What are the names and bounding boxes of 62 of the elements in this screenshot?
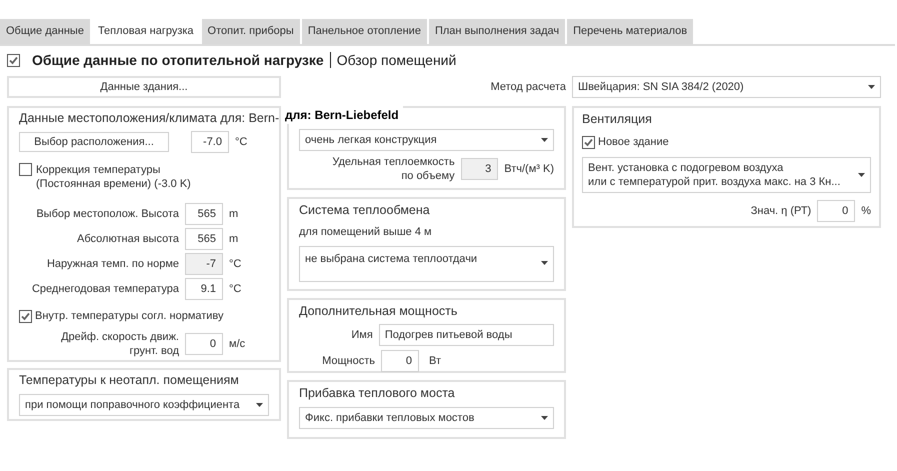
dropdown[interactable]: не выбрана система теплоотдачи bbox=[299, 246, 554, 282]
checkbox[interactable] bbox=[19, 162, 32, 176]
group-title: Вентиляция bbox=[582, 111, 653, 128]
unit-label: °C bbox=[229, 256, 242, 272]
building-data-button[interactable]: Данные здания... bbox=[7, 76, 281, 98]
checkbox[interactable] bbox=[7, 54, 20, 66]
field-label: Знач. η (РТ) bbox=[750, 204, 812, 219]
field-label: Выбор местополож. Высота bbox=[35, 206, 179, 221]
field-label: Удельная теплоемкость по объему bbox=[331, 155, 455, 183]
dropdown[interactable]: Фикс. прибавки тепловых мостов bbox=[299, 406, 554, 429]
unit-label: m bbox=[229, 232, 238, 246]
unit-label: м/с bbox=[229, 337, 246, 352]
dropdown[interactable]: Вент. установка с подогревом воздуха или с температурой прит. воздуха макс. на 3 Кн... bbox=[582, 157, 871, 194]
dropdown[interactable]: при помощи поправочного коэффициента bbox=[19, 394, 269, 416]
caret-icon bbox=[256, 402, 263, 407]
overlay-label: для: Bern-Liebefeld bbox=[284, 106, 403, 124]
group-subtitle: для помещений выше 4 м bbox=[299, 224, 433, 240]
checkbox-label: Внутр. температуры согл. нормативу bbox=[35, 308, 224, 324]
tab[interactable]: Перечень материалов bbox=[567, 19, 694, 44]
tab[interactable]: Общие данные bbox=[0, 19, 90, 44]
field-label: Среднегодовая температура bbox=[30, 282, 179, 296]
caret-icon bbox=[858, 173, 865, 178]
field-label: Метод расчета bbox=[490, 80, 566, 95]
field-label: Мощность bbox=[321, 354, 375, 368]
group-title: Система теплообмена bbox=[299, 202, 431, 219]
unit-label: m bbox=[229, 206, 238, 222]
field-label: Имя bbox=[350, 328, 373, 342]
caret-icon bbox=[868, 85, 875, 89]
dropdown[interactable]: Швейцария: SN SIA 384/2 (2020) bbox=[572, 76, 881, 98]
caret-icon bbox=[541, 261, 548, 266]
field-label: Дрейф. скорость движ. грунт. вод bbox=[60, 330, 179, 358]
section-title: Общие данные по отопительной нагрузке bbox=[32, 50, 324, 70]
group-title: Прибавка теплового моста bbox=[299, 385, 456, 402]
field-label: Абсолютная высота bbox=[76, 232, 179, 246]
caret-icon bbox=[541, 138, 548, 142]
number-field[interactable]: 0 bbox=[185, 333, 223, 356]
number-field[interactable]: 0 bbox=[381, 350, 419, 372]
dropdown[interactable]: очень легкая конструкция bbox=[299, 129, 554, 151]
section-link[interactable]: Обзор помещений bbox=[336, 50, 456, 70]
number-field[interactable]: -7.0 bbox=[191, 130, 229, 153]
group-title: Дополнительная мощность bbox=[299, 303, 458, 320]
tab[interactable]: Отопит. приборы bbox=[202, 19, 300, 44]
number-field[interactable]: 565 bbox=[185, 228, 223, 250]
checkbox-label: Новое здание bbox=[598, 134, 669, 150]
tab[interactable]: План выполнения задач bbox=[428, 19, 566, 44]
number-field[interactable]: 9.1 bbox=[185, 278, 223, 300]
unit-label: Втч/(м³ K) bbox=[504, 162, 554, 177]
checkbox[interactable] bbox=[582, 136, 595, 148]
field-label: Наружная темп. по норме bbox=[46, 256, 179, 271]
number-field[interactable]: 565 bbox=[185, 202, 223, 225]
unit-label: °C bbox=[235, 134, 248, 150]
location-button[interactable]: Выбор расположения... bbox=[19, 132, 169, 152]
unit-label: °C bbox=[229, 282, 242, 296]
checkbox[interactable] bbox=[19, 310, 32, 322]
unit-label: Вт bbox=[429, 354, 442, 368]
group-title: Температуры к неотапл. помещениям bbox=[19, 372, 240, 389]
unit-label: % bbox=[861, 204, 871, 219]
number-field[interactable]: 0 bbox=[817, 200, 856, 222]
checkbox-label: Коррекция температуры (Постоянная времени) (-3.0 K) bbox=[35, 162, 191, 191]
text-field[interactable]: Подогрев питьевой воды bbox=[378, 324, 554, 346]
tab[interactable]: Панельное отопление bbox=[302, 19, 427, 44]
caret-icon bbox=[541, 416, 548, 420]
